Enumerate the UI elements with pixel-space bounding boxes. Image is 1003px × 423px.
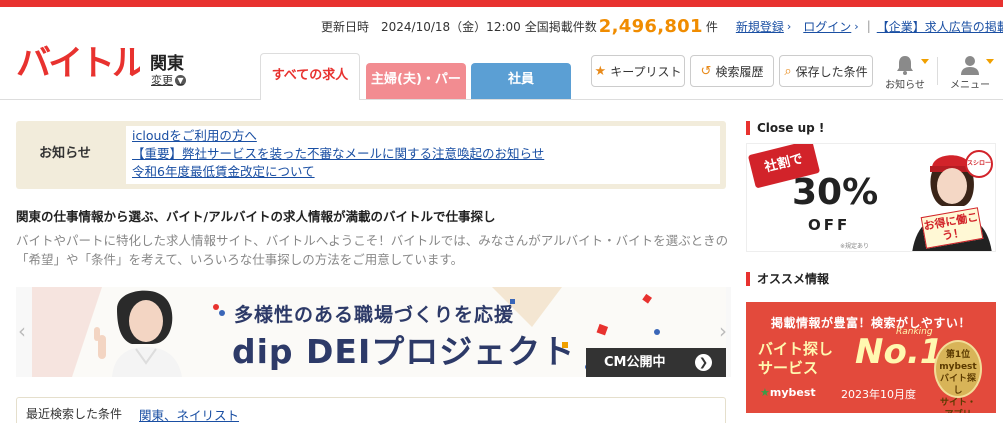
user-icon <box>961 56 979 75</box>
chevron-down-icon: ▼ <box>175 74 186 86</box>
menu-label: メニュー <box>950 80 990 91</box>
closeup-note: ※規定あり <box>840 243 870 250</box>
search-history-button[interactable]: ↺ 検索履歴 <box>690 55 774 87</box>
notice-link[interactable]: icloudをご利用の方へ <box>132 127 714 145</box>
notice-list: icloudをご利用の方へ 【重要】弊社サービスを装った不審なメールに関する注意… <box>126 126 720 184</box>
search-history-label: 検索履歴 <box>715 64 764 79</box>
recent-search-label: 最近検索した条件 <box>26 407 123 421</box>
mybest-brand-label: mybest <box>769 386 816 399</box>
intro-title: 関東の仕事情報から選ぶ、バイト/アルバイトの求人情報が満載のバイトルで仕事探し <box>16 209 496 224</box>
employer-link[interactable]: 【企業】求人広告の掲載相談 <box>877 18 1003 35</box>
chevron-right-icon: › <box>786 19 792 33</box>
first-place-medal: 第1位 mybest バイト探し サイト・アプリ <box>934 340 982 413</box>
updated-label: 更新日時 <box>321 19 370 34</box>
header-divider <box>0 99 1003 100</box>
recent-search-link[interactable]: 関東、ネイリスト <box>139 405 239 423</box>
tab-housewife-part[interactable]: 主婦(夫)・パート <box>366 63 466 121</box>
intro-text: バイトやパートに特化した求人情報サイト、バイトルへようこそ！バイトルでは、みなさ… <box>16 233 729 267</box>
total-count-unit: 件 <box>705 19 718 34</box>
recommend-top-text: 掲載情報が豊富！検索がしやすい！ <box>771 316 971 330</box>
region-change-label: 変更 <box>151 74 173 87</box>
spokesperson-image <box>94 290 182 377</box>
mybest-brand: ★mybest <box>760 386 816 399</box>
top-accent-bar <box>0 0 1003 7</box>
search-icon: ⌕ <box>784 63 792 79</box>
header-info-bar: 更新日時 2024/10/18（金）12:00 全国掲載件数 2,496,801… <box>321 15 1003 37</box>
sushiro-logo: スシロー <box>965 150 993 178</box>
recent-search-box: 最近検索した条件 関東、ネイリスト <box>16 397 726 423</box>
ranking-date: 2023年10月度 <box>841 388 916 401</box>
menu-button[interactable]: メニュー <box>944 54 996 91</box>
notifications-label: お知らせ <box>885 80 925 91</box>
tab-employee[interactable]: 社員 <box>471 63 571 99</box>
baitoru-logo[interactable]: バイトル <box>16 42 149 84</box>
arrow-right-icon: ❯ <box>695 354 712 371</box>
divider <box>937 57 938 85</box>
notifications-button[interactable]: お知らせ <box>879 54 931 91</box>
total-count: 2,496,801 <box>598 15 703 37</box>
dei-project-banner[interactable]: 多様性のある職場づくりを応援 dip DEIプロジェクト CM公開中 ❯ <box>32 287 726 377</box>
login-link[interactable]: ログイン <box>803 18 851 35</box>
closeup-sushiro-banner[interactable]: 社割で 30% OFF ※規定あり お得に働こう！ スシロー <box>746 143 996 252</box>
updated-date: 2024/10/18（金）12:00 <box>381 19 521 34</box>
dropdown-caret-icon <box>986 59 994 64</box>
region-name: 関東 <box>150 54 184 74</box>
history-icon: ↺ <box>700 63 712 79</box>
recommend-service-label: バイト探し サービス <box>758 340 834 377</box>
register-link[interactable]: 新規登録 <box>736 18 784 35</box>
carousel-next-arrow-icon[interactable]: › <box>719 319 727 343</box>
logo-text: バイトル <box>16 44 140 82</box>
banner-dots <box>212 303 226 320</box>
region-change-link[interactable]: 変更 ▼ <box>151 72 186 88</box>
divider: | <box>866 19 871 33</box>
total-count-label: 全国掲載件数 <box>524 19 597 34</box>
closeup-percent: 30% <box>792 172 879 213</box>
saved-conditions-button[interactable]: ⌕ 保存した条件 <box>779 55 873 87</box>
keep-list-label: キープリスト <box>610 64 682 79</box>
banner-title: dip DEIプロジェクト <box>232 332 576 371</box>
no1-label: No.1 <box>855 332 944 372</box>
keep-list-button[interactable]: ★ キープリスト <box>591 55 685 87</box>
star-icon: ★ <box>594 63 607 79</box>
chevron-right-icon: › <box>854 19 859 33</box>
mybest-ranking-banner[interactable]: 掲載情報が豊富！検索がしやすい！ バイト探し サービス Ranking No.1… <box>746 302 996 413</box>
notice-box: お知らせ icloudをご利用の方へ 【重要】弊社サービスを装った不審なメールに… <box>16 121 726 189</box>
notice-label: お知らせ <box>39 146 91 161</box>
notice-link[interactable]: 令和6年度最低賃金改定について <box>132 163 714 181</box>
saved-conditions-label: 保存した条件 <box>795 64 868 79</box>
banner-headline: 多様性のある職場づくりを応援 <box>234 304 515 326</box>
star-icon: ★ <box>760 386 770 399</box>
carousel-prev-arrow-icon[interactable]: ‹ <box>18 319 26 343</box>
dropdown-caret-icon <box>921 59 929 64</box>
closeup-heading: Close up ! <box>746 121 824 135</box>
cm-cta-button[interactable]: CM公開中 ❯ <box>586 348 726 377</box>
recommend-heading: オススメ情報 <box>746 272 829 286</box>
bell-icon <box>897 56 913 75</box>
banner-carousel: ‹ 多様性のある職場づくりを応援 dip DEIプロジェクト CM公開中 ❯ › <box>16 287 731 377</box>
cm-cta-label: CM公開中 <box>604 355 666 370</box>
closeup-off: OFF <box>808 216 851 234</box>
notice-link[interactable]: 【重要】弊社サービスを装った不審なメールに関する注意喚起のお知らせ <box>132 145 714 163</box>
tab-all-jobs[interactable]: すべての求人 <box>260 53 360 100</box>
